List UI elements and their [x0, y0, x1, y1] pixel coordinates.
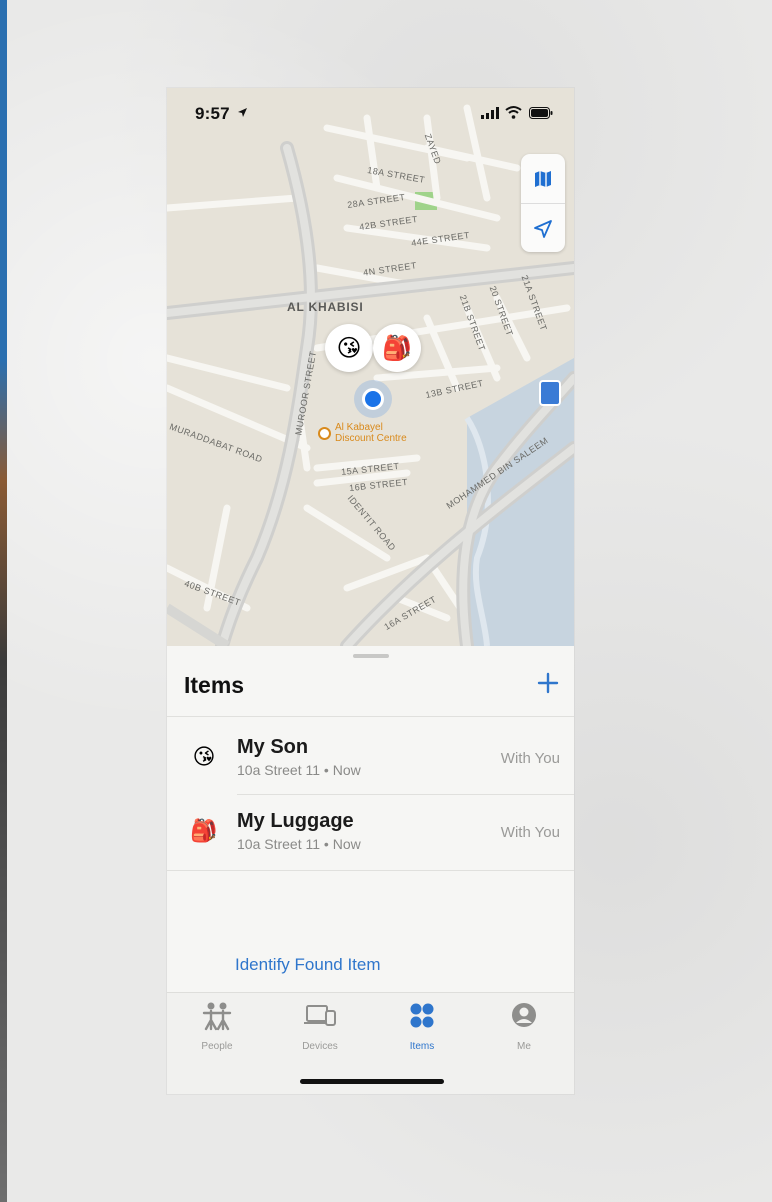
list-item[interactable]: 😘 My Son 10a Street 11 • Now With You [167, 722, 574, 794]
item-status: With You [500, 824, 560, 841]
add-item-button[interactable] [533, 668, 563, 698]
item-subtitle: 10a Street 11 • Now [237, 836, 361, 852]
item-status: With You [500, 750, 560, 767]
divider [167, 716, 574, 717]
tab-me[interactable]: Me [484, 1001, 564, 1061]
people-icon [202, 1002, 232, 1031]
identify-found-item-link[interactable]: Identify Found Item [235, 955, 381, 975]
tab-people[interactable]: People [177, 1001, 257, 1061]
sheet-grabber[interactable] [353, 654, 389, 658]
items-icon [410, 1003, 434, 1028]
divider [237, 794, 574, 795]
page-title: Items [184, 672, 245, 698]
map-mode-button[interactable] [521, 154, 565, 203]
map-icon [535, 170, 551, 187]
devices-icon [304, 1005, 336, 1026]
divider [167, 870, 574, 871]
tab-label: Devices [302, 1041, 338, 1052]
transit-station-icon[interactable] [539, 380, 561, 406]
list-item[interactable]: 🎒 My Luggage 10a Street 11 • Now With Yo… [167, 796, 574, 868]
luggage-emoji-icon: 🎒 [190, 818, 218, 843]
phone-screen: 9:57 AL KHABISI 18A STREET 28A STREET 42… [167, 88, 574, 1094]
battery-icon [529, 107, 553, 119]
item-name: My Son [237, 736, 309, 758]
son-pin[interactable]: 😘 [325, 324, 373, 372]
luggage-pin[interactable]: 🎒 [373, 324, 421, 372]
tab-label: Me [517, 1041, 531, 1052]
road-label: AL KHABISI [287, 300, 364, 314]
current-location-dot [362, 388, 384, 410]
tab-items[interactable]: Items [382, 1001, 462, 1061]
map-view[interactable]: 9:57 AL KHABISI 18A STREET 28A STREET 42… [167, 88, 574, 646]
tab-label: Items [409, 1041, 435, 1052]
poi-label: Al Kabayel Discount Centre [335, 422, 407, 444]
location-services-icon [238, 108, 247, 117]
wifi-icon [505, 106, 522, 119]
status-time: 9:57 [195, 104, 230, 123]
home-indicator[interactable] [300, 1079, 444, 1084]
tab-devices[interactable]: Devices [280, 1001, 360, 1061]
item-subtitle: 10a Street 11 • Now [237, 762, 361, 778]
map-controls [521, 154, 565, 252]
locate-me-button[interactable] [521, 204, 565, 253]
status-bar: 9:57 [167, 88, 574, 138]
plus-icon [537, 672, 559, 694]
son-emoji-icon: 😘 [192, 744, 216, 769]
poi-marker[interactable] [318, 427, 331, 440]
items-sheet: Items 😘 My Son 10a Street 11 • Now With … [167, 646, 574, 1094]
tab-label: People [201, 1041, 233, 1052]
background-edge-strip [0, 0, 7, 1202]
person-circle-icon [512, 1003, 536, 1027]
cellular-signal-icon [481, 107, 499, 119]
location-arrow-icon [534, 219, 552, 238]
tab-bar: People Devices Items Me [167, 992, 574, 1094]
item-name: My Luggage [237, 810, 354, 832]
